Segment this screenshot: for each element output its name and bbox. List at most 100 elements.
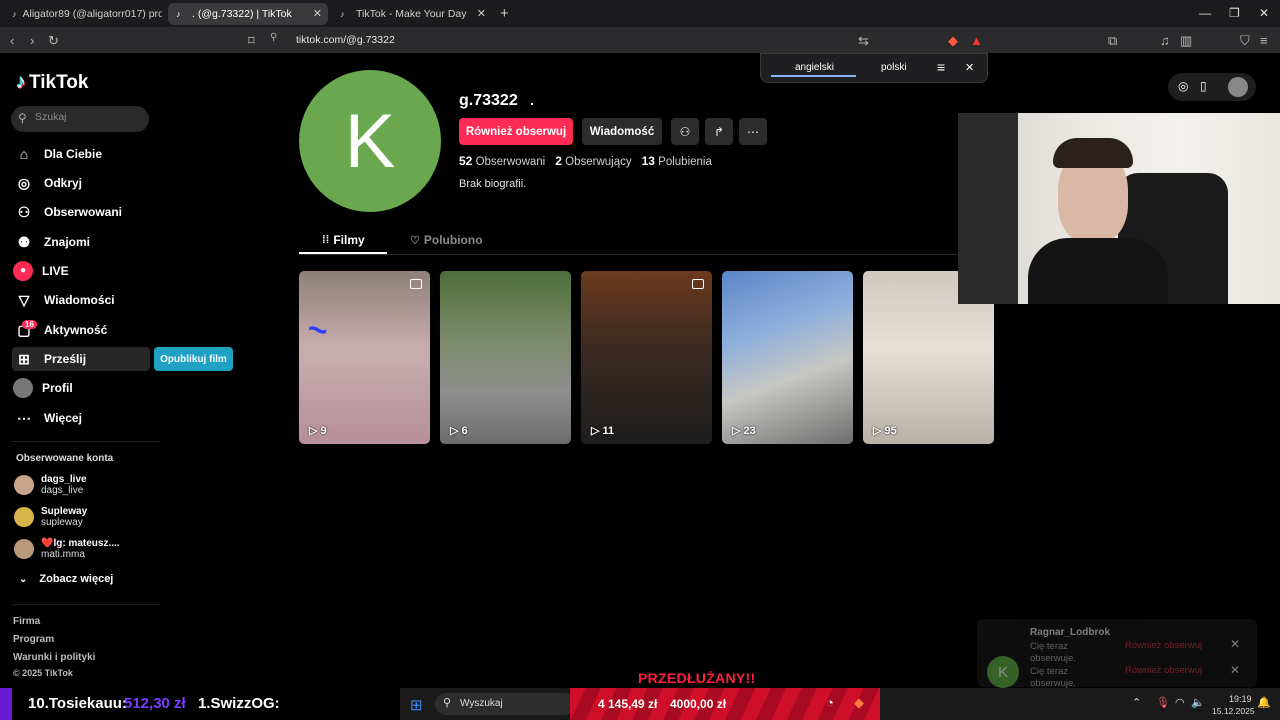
shield-icon[interactable]: ⛉	[1240, 33, 1250, 49]
divider	[12, 604, 160, 605]
stat-label: Obserwujący	[565, 156, 632, 168]
message-button[interactable]: Wiadomość	[582, 118, 662, 145]
ticker-accent	[0, 688, 12, 720]
tray-chevron-icon[interactable]: ⌃	[1132, 696, 1141, 709]
sidebar-item-label: Znajomi	[44, 235, 91, 249]
extensions-icon[interactable]: ⧉	[1108, 33, 1117, 49]
tab-label: Polubiono	[423, 233, 483, 247]
site-info-icon[interactable]: ⚲	[270, 31, 277, 43]
stat-followers[interactable]: 2 Obserwujący	[555, 154, 631, 168]
clock-date[interactable]: 15.12.2025	[1212, 706, 1255, 716]
sidebar-item-messages[interactable]: ▽ Wiadomości	[12, 288, 150, 312]
search-box: ⚲	[11, 106, 149, 132]
account-handle: supleway	[41, 517, 83, 528]
microphone-arm	[958, 113, 1018, 304]
notif-close-icon[interactable]: ✕	[1230, 663, 1240, 677]
share-button[interactable]: ↱	[705, 118, 733, 145]
brave-icon[interactable]: ◆	[854, 695, 864, 711]
browser-tab[interactable]: ♪ TikTok - Make Your Day ✕	[332, 3, 492, 25]
browser-nav-bar: ‹ › ↻ ⌑ ⇆ ◆ ▲ ⧉ ♫ ▥ ⛉ ≡	[0, 27, 1280, 53]
coin-icon[interactable]: ◎	[1178, 79, 1188, 93]
followed-account[interactable]: ❤️lg: mateusz.... mati.mma	[14, 538, 120, 560]
wifi-icon[interactable]: ◠	[1175, 696, 1185, 709]
view-count-value: 23	[743, 424, 756, 437]
tab-title: TikTok - Make Your Day	[356, 8, 467, 20]
apps-icon[interactable]: ◔	[826, 695, 834, 710]
tiktok-favicon-icon: ♪	[176, 9, 181, 19]
video-thumbnail[interactable]: ~ ▷ 9	[299, 271, 430, 444]
sidebar-item-profile[interactable]: Profil	[12, 376, 150, 400]
back-icon[interactable]: ‹	[10, 33, 14, 48]
translate-menu-icon[interactable]: ≡	[937, 59, 945, 75]
forward-icon[interactable]: ›	[30, 33, 34, 48]
publish-video-button[interactable]: Opublikuj film	[154, 347, 233, 371]
reload-icon[interactable]: ↻	[48, 33, 59, 49]
sidebar-item-following[interactable]: ⚇ Obserwowani	[12, 200, 150, 224]
search-input[interactable]	[35, 111, 140, 123]
sidebar-item-friends[interactable]: ⚉ Znajomi	[12, 230, 150, 254]
sidebar-item-for-you[interactable]: ⌂ Dla Ciebie	[12, 142, 150, 166]
menu-icon[interactable]: ≡	[1260, 33, 1268, 48]
volume-icon[interactable]: 🔈	[1191, 696, 1205, 709]
translate-close-icon[interactable]: ✕	[965, 61, 974, 74]
user-avatar[interactable]	[1228, 77, 1248, 97]
tiktok-logo[interactable]: ♪ TikTok	[16, 71, 88, 94]
see-more-button[interactable]: ⌄ Zobacz więcej	[19, 573, 113, 585]
sidebar-item-explore[interactable]: ◎ Odkryj	[12, 171, 150, 195]
notif-follow-back[interactable]: Również obserwuj	[1125, 640, 1202, 651]
clock-time[interactable]: 19:19	[1229, 694, 1252, 704]
followed-account[interactable]: dags_live dags_live	[14, 474, 87, 496]
lang-from-tab[interactable]: angielski	[795, 62, 834, 73]
bookmark-icon[interactable]: ⌑	[248, 33, 255, 49]
video-thumbnail[interactable]: ▷ 23	[722, 271, 853, 444]
footer-link[interactable]: Warunki i polityki	[13, 652, 95, 663]
more-icon: ⋯	[17, 409, 31, 426]
lang-to-tab[interactable]: polski	[881, 62, 907, 73]
translate-icon[interactable]: ⇆	[858, 33, 869, 49]
play-icon: ▷	[450, 425, 459, 437]
minimize-icon[interactable]: —	[1199, 6, 1211, 20]
more-options-button[interactable]: ⋯	[739, 118, 767, 145]
sidebar-item-live[interactable]: ● LIVE	[12, 259, 150, 283]
sidebar-item-upload[interactable]: ⊞ Prześlij	[12, 347, 150, 371]
browser-tab[interactable]: ♪ Aligator89 (@aligatorr017) prowa	[4, 3, 162, 25]
notif-close-icon[interactable]: ✕	[1230, 637, 1240, 651]
tiktok-favicon-icon: ♪	[12, 9, 17, 19]
taskbar-search[interactable]: ⚲ Wyszukaj	[435, 693, 575, 715]
tab-videos[interactable]: ⁞⁞ Filmy	[322, 233, 365, 247]
close-tab-icon[interactable]: ✕	[313, 7, 322, 20]
notif-text: Cię teraz obserwuje.	[1030, 641, 1076, 664]
address-bar[interactable]: tiktok.com/@g.73322	[296, 34, 395, 46]
tab-liked[interactable]: ♡ Polubiono	[410, 233, 483, 247]
close-tab-icon[interactable]: ✕	[477, 7, 486, 20]
close-window-icon[interactable]: ✕	[1259, 6, 1269, 20]
video-thumbnail[interactable]: ▷ 6	[440, 271, 571, 444]
sidebar-item-label: Odkryj	[44, 176, 83, 190]
tiktok-favicon-icon: ♪	[340, 9, 345, 19]
video-thumbnail[interactable]: ▷ 11	[581, 271, 712, 444]
follow-back-button[interactable]: Również obserwuj	[459, 118, 573, 145]
profile-avatar-icon	[13, 378, 33, 398]
footer-link[interactable]: Program	[13, 634, 54, 645]
notif-avatar: K	[987, 656, 1019, 688]
sidebar-item-more[interactable]: ⋯ Więcej	[12, 406, 150, 430]
maximize-icon[interactable]: ❐	[1229, 6, 1240, 20]
brave-rewards-icon[interactable]: ▲	[970, 33, 983, 48]
notif-follow-back[interactable]: Również obserwuj	[1125, 665, 1202, 676]
phone-icon[interactable]: ▯	[1200, 79, 1207, 93]
stream-banner: PRZEDŁUŻANY!!	[638, 670, 756, 686]
new-tab-icon[interactable]: +	[500, 5, 509, 22]
music-icon[interactable]: ♫	[1160, 33, 1170, 48]
footer-link[interactable]: Firma	[13, 616, 40, 627]
followed-account[interactable]: Supleway supleway	[14, 506, 87, 528]
suggested-accounts-button[interactable]: ⚇	[671, 118, 699, 145]
sidebar-item-label: LIVE	[42, 264, 69, 278]
notification-bell-icon[interactable]: 🔔	[1257, 696, 1271, 709]
windows-start-icon[interactable]: ⊞	[410, 696, 423, 714]
brave-shields-icon[interactable]: ◆	[948, 33, 958, 49]
add-friend-icon: ⚇	[679, 124, 691, 139]
stat-following[interactable]: 52 Obserwowani	[459, 154, 545, 168]
browser-tab-active[interactable]: ♪ . (@g.73322) | TikTok ✕	[168, 3, 328, 25]
sidebar-toggle-icon[interactable]: ▥	[1180, 33, 1192, 49]
microphone-icon[interactable]: 🎙	[1156, 696, 1170, 709]
